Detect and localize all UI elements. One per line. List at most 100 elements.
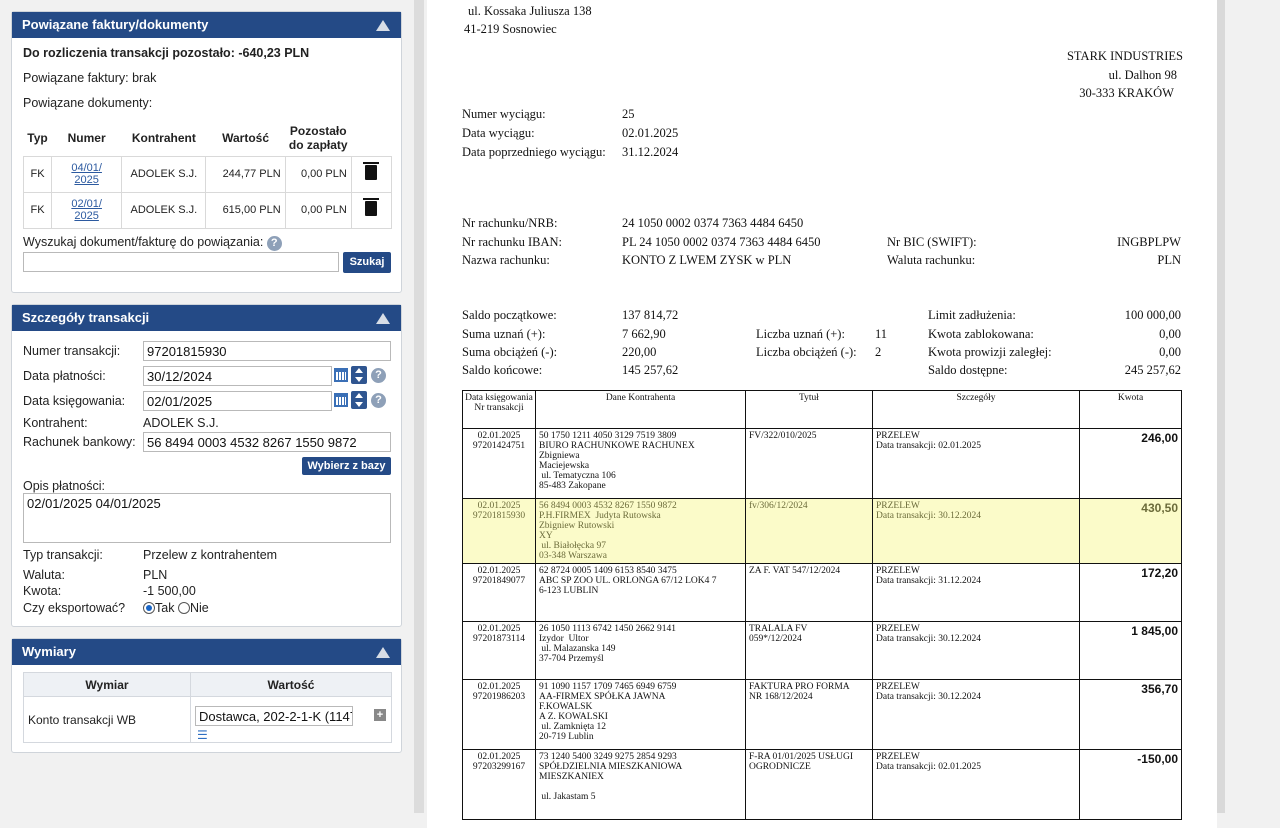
counterparty-line: AA-FIRMEX SPÓŁKA JAWNA	[539, 692, 666, 702]
credits-sum: 7 662,90	[622, 327, 666, 341]
debits-count: 2	[875, 345, 882, 359]
cell-amount: 1 845,00	[1079, 621, 1182, 680]
help-icon[interactable]: ?	[371, 393, 386, 408]
statement-number: 25	[622, 107, 635, 121]
cell-kontrahent: ADOLEK S.J.	[121, 155, 207, 193]
counterparty-line: 73 1240 5400 3249 9275 2854 9293	[539, 752, 677, 762]
cell-wartosc: 615,00 PLN	[205, 191, 286, 229]
counterparty-line: XY	[539, 531, 553, 541]
transaction-number: 97201849077	[472, 576, 526, 586]
transaction-number: 97203299167	[472, 762, 526, 772]
choose-from-database-button[interactable]: Wybierz z bazy	[302, 457, 391, 475]
account-name-label: Nazwa rachunku:	[462, 253, 550, 267]
cell-date: 02.01.2025 97201424751	[462, 428, 536, 499]
cell-details: PRZELEW Data transakcji: 30.12.2024	[872, 679, 1080, 750]
closing-balance: 145 257,62	[622, 363, 679, 377]
available-balance: 245 257,62	[1124, 363, 1181, 377]
col-wymiar: Wymiar	[23, 672, 191, 697]
dimensions-table: Wymiar Wartość Konto transakcji WB Dosta…	[23, 672, 392, 743]
transfer-title-line2: NR 168/12/2024	[749, 692, 813, 702]
payment-date-field[interactable]: 30/12/2024	[143, 366, 332, 386]
transaction-date: Data transakcji: 30.12.2024	[876, 634, 982, 644]
cell-counterparty: 62 8724 0005 1409 6153 8540 3475 ABC SP Z…	[535, 563, 746, 622]
col-wartosc: Wartość	[190, 672, 392, 697]
trash-icon[interactable]	[363, 162, 380, 180]
contractor-value: ADOLEK S.J.	[143, 416, 219, 430]
previous-statement-date-label: Data poprzedniego wyciągu:	[462, 145, 606, 159]
counterparty-line: 20-719 Lublin	[539, 732, 594, 742]
document-link[interactable]: 04/01/2025	[69, 162, 105, 186]
export-yes-radio[interactable]	[143, 602, 155, 614]
posting-date-field[interactable]: 02/01/2025	[143, 391, 332, 411]
transaction-number: 97201873114	[473, 634, 525, 644]
cell-amount: 246,00	[1079, 428, 1182, 499]
cell-details: PRZELEW Data transakcji: 31.12.2024	[872, 563, 1080, 622]
related-documents-panel: Powiązane faktury/dokumenty Do rozliczen…	[11, 11, 402, 293]
collapse-arrow-icon[interactable]	[376, 313, 390, 324]
transfer-title: FAKTURA PRO FORMA	[749, 682, 850, 692]
related-panel-header[interactable]: Powiązane faktury/dokumenty	[12, 12, 401, 38]
details-panel-header[interactable]: Szczegóły transakcji	[12, 305, 401, 331]
counterparty-line: 6-123 LUBLIN	[539, 586, 599, 596]
document-link[interactable]: 02/01/2025	[69, 198, 105, 222]
debt-limit-label: Limit zadłużenia:	[928, 308, 1016, 322]
cell-typ: FK	[22, 155, 53, 193]
export-no-radio[interactable]	[177, 602, 190, 614]
list-icon[interactable]: ☰	[197, 728, 208, 742]
date-stepper-icon[interactable]	[351, 366, 367, 384]
description-textarea[interactable]: 02/01/2025 04/01/2025	[23, 493, 391, 543]
bank-account-field[interactable]: 56 8494 0003 4532 8267 1550 9872	[143, 432, 391, 452]
posting-date: 02.01.2025	[477, 566, 521, 576]
dimension-value-field[interactable]: Dostawca, 202-2-1-K (1147	[195, 705, 353, 726]
transaction-date: Data transakcji: 30.12.2024	[876, 692, 982, 702]
cell-amount: 430,50	[1079, 498, 1182, 564]
related-invoices-text: Powiązane faktury: brak	[23, 71, 157, 85]
search-label-text: Wyszukaj dokument/fakturę do powiązania:	[23, 235, 264, 249]
document-search-input[interactable]	[23, 252, 339, 272]
cell-details: PRZELEW Data transakcji: 30.12.2024	[872, 498, 1080, 564]
cell-date: 02.01.2025 97201986203	[462, 679, 536, 750]
add-icon[interactable]: +	[374, 709, 386, 721]
nrb-label: Nr rachunku/NRB:	[462, 216, 558, 230]
cell-title: F-RA 01/01/2025 USŁUGI OGRODNICZE	[745, 749, 873, 820]
export-no-label: Nie	[189, 601, 209, 615]
splitter[interactable]	[414, 0, 424, 813]
help-icon[interactable]: ?	[266, 236, 282, 251]
transaction-number: 97201986203	[472, 692, 526, 702]
cell-title: ZA F. VAT 547/12/2024	[745, 563, 873, 622]
counterparty-line: 85-483 Zakopane	[539, 481, 606, 491]
col-typ: Typ	[27, 130, 48, 145]
transfer-type: PRZELEW	[876, 624, 920, 634]
related-documents-table: Typ Numer Kontrahent Wartość Pozostało d…	[22, 120, 393, 229]
col-numer: Numer	[67, 130, 106, 145]
cell-details: PRZELEW Data transakcji: 02.01.2025	[872, 428, 1080, 499]
bank-statement-document: ul. Kossaka Juliusza 138 41-219 Sosnowie…	[427, 0, 1217, 828]
collapse-arrow-icon[interactable]	[376, 20, 390, 31]
related-documents-text: Powiązane dokumenty:	[23, 96, 153, 110]
bic-value: INGBPLPW	[1117, 235, 1181, 249]
transaction-type-label: Typ transakcji:	[23, 548, 103, 562]
transaction-number-field[interactable]: 97201815930	[143, 341, 391, 361]
blocked-amount: 0,00	[1159, 327, 1181, 341]
counterparty-line: ABC SP ZOO UL. ORLONGA 67/12 LOK4 7	[539, 576, 717, 586]
calendar-icon[interactable]	[334, 393, 348, 407]
trash-icon[interactable]	[363, 198, 380, 216]
statement-date: 02.01.2025	[622, 126, 679, 140]
help-icon[interactable]: ?	[371, 368, 386, 383]
counterparty-line: Zbigniew Rutowski	[539, 521, 615, 531]
calendar-icon[interactable]	[334, 368, 348, 382]
cell-counterparty: 73 1240 5400 3249 9275 2854 9293 SPÓŁDZIE…	[535, 749, 746, 820]
cell-pozostalo: 0,00 PLN	[284, 155, 352, 193]
search-button[interactable]: Szukaj	[343, 252, 391, 273]
posting-date: 02.01.2025	[477, 624, 521, 634]
date-stepper-icon[interactable]	[351, 391, 367, 409]
transfer-title: fv/306/12/2024	[749, 501, 808, 511]
cell-typ: FK	[22, 191, 53, 229]
collapse-arrow-icon[interactable]	[376, 647, 390, 658]
table-row: 02.01.2025 97201986203 91 1090 1157 1709 7…	[462, 679, 1182, 750]
dimensions-panel-header[interactable]: Wymiary	[12, 639, 401, 665]
vertical-scrollbar[interactable]	[1217, 0, 1225, 813]
overdue-fee: 0,00	[1159, 345, 1181, 359]
counterparty-line: 37-704 Przemyśl	[539, 654, 604, 664]
dimension-name: Konto transakcji WB	[23, 696, 191, 743]
